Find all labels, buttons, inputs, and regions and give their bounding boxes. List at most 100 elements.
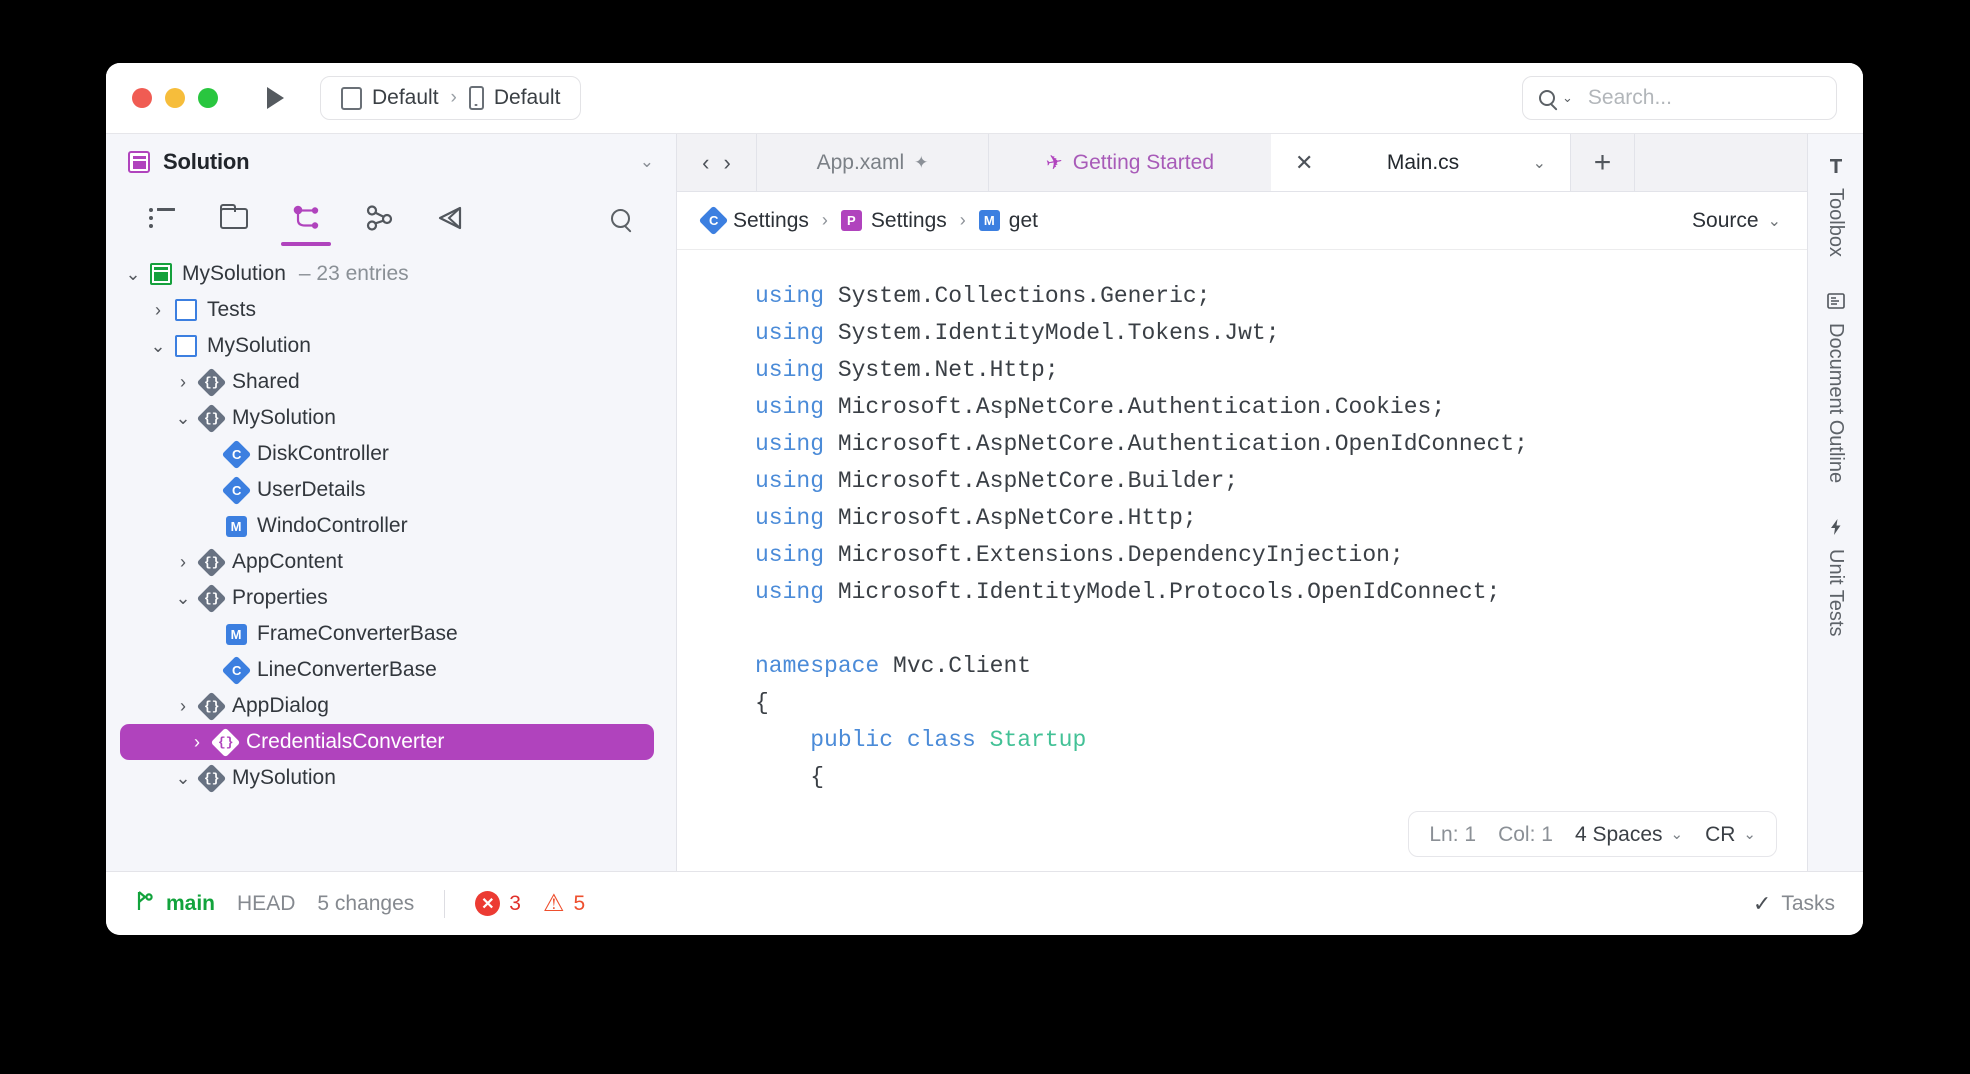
code-token: using	[755, 320, 838, 346]
source-view-selector[interactable]: Source ⌄	[1692, 209, 1781, 233]
rail-item-unit-tests[interactable]: Unit Tests	[1824, 517, 1847, 636]
tree-row[interactable]: ⌄ MySolution	[106, 328, 676, 364]
breadcrumb-item-0[interactable]: Settings	[733, 209, 809, 233]
code-token: Microsoft.AspNetCore.Authentication.Cook…	[837, 394, 1446, 420]
sidebar-collapse-chevron-down-icon[interactable]: ⌄	[640, 152, 654, 172]
tree-row[interactable]: M WindoController	[106, 508, 676, 544]
chevron-down-icon[interactable]: ⌄	[172, 588, 194, 609]
rail-item-document-outline[interactable]: Document Outline	[1824, 291, 1847, 483]
new-tab-button[interactable]: +	[1571, 134, 1635, 191]
code-line: using Microsoft.AspNetCore.Authenticatio…	[755, 389, 1807, 426]
search-scope-chevron-down-icon[interactable]: ⌄	[1562, 90, 1573, 106]
tree-row[interactable]: › Tests	[106, 292, 676, 328]
chevron-down-icon[interactable]: ⌄	[1671, 816, 1684, 853]
tab-app-xaml[interactable]: App.xaml ✦	[757, 134, 989, 191]
solution-tree[interactable]: ⌄ MySolution – 23 entries › Tests ⌄ MySolution…	[106, 246, 676, 871]
search-icon	[610, 208, 630, 228]
tree-row[interactable]: ⌄{} Properties	[106, 580, 676, 616]
chevron-down-icon[interactable]: ⌄	[1533, 153, 1546, 173]
search-placeholder: Search...	[1587, 86, 1672, 109]
tasks-indicator[interactable]: ✓ Tasks	[1753, 891, 1835, 917]
chevron-right-icon[interactable]: ›	[172, 696, 194, 717]
tab-main-cs[interactable]: ✕ Main.cs ⌄	[1271, 134, 1571, 191]
navigate-forward-icon[interactable]: ›	[724, 150, 731, 176]
sidebar-search-button[interactable]	[584, 194, 656, 242]
structure-view-button[interactable]	[270, 194, 342, 246]
folder-view-button[interactable]	[198, 194, 270, 242]
chevron-down-icon[interactable]: ⌄	[172, 408, 194, 429]
column-indicator[interactable]: Col: 1	[1498, 816, 1553, 853]
line-indicator[interactable]: Ln: 1	[1429, 816, 1476, 853]
status-divider	[444, 889, 446, 918]
editor-pane: ‹ › App.xaml ✦ ✈ Getting Started ✕ Main.…	[677, 134, 1807, 871]
tab-label: Getting Started	[1072, 150, 1214, 174]
run-button[interactable]	[260, 83, 290, 113]
tree-row[interactable]: ⌄{} MySolution	[106, 760, 676, 796]
minimize-window-button[interactable]	[165, 88, 185, 108]
tree-row[interactable]: C UserDetails	[106, 472, 676, 508]
hammer-icon	[1826, 156, 1846, 176]
tree-row[interactable]: ›{} AppContent	[106, 544, 676, 580]
code-line: using Microsoft.AspNetCore.Authenticatio…	[755, 426, 1807, 463]
pin-icon[interactable]: ✦	[914, 153, 928, 173]
sidebar-toolbar	[106, 190, 676, 246]
chevron-down-icon[interactable]: ⌄	[147, 336, 169, 357]
chevron-down-icon[interactable]: ⌄	[122, 264, 144, 285]
tree-row[interactable]: C LineConverterBase	[106, 652, 676, 688]
run-config-separator: ›	[450, 87, 457, 108]
code-line: using System.Net.Http;	[755, 352, 1807, 389]
global-search-field[interactable]: ⌄ Search...	[1522, 76, 1837, 120]
breadcrumb-item-2[interactable]: get	[1009, 209, 1038, 233]
tree-row[interactable]: ›{} AppDialog	[106, 688, 676, 724]
git-branch[interactable]: main	[134, 889, 215, 919]
right-rail: Toolbox Document Outline Unit Tests	[1807, 134, 1863, 871]
warning-count-badge[interactable]: ⚠ 5	[543, 891, 585, 916]
tree-row-label: Shared	[232, 370, 300, 393]
code-token: Microsoft.AspNetCore.Http;	[837, 505, 1197, 531]
run-configuration-selector[interactable]: Default › Default	[320, 76, 582, 120]
lightning-icon	[1826, 517, 1846, 537]
code-token: System.Net.Http;	[837, 357, 1059, 383]
list-view-button[interactable]	[126, 194, 198, 242]
close-window-button[interactable]	[132, 88, 152, 108]
app-window: Default › Default ⌄ Search... Solution ⌄	[106, 63, 1863, 935]
unity-view-button[interactable]	[414, 194, 486, 242]
tree-row[interactable]: ›{} Shared	[106, 364, 676, 400]
git-changes[interactable]: 5 changes	[317, 892, 414, 916]
namespace-icon: {}	[194, 547, 228, 577]
tree-row[interactable]: M FrameConverterBase	[106, 616, 676, 652]
editor-tabbar: ‹ › App.xaml ✦ ✈ Getting Started ✕ Main.…	[677, 134, 1807, 192]
chevron-right-icon[interactable]: ›	[172, 372, 194, 393]
code-editor[interactable]: using System.Collections.Generic; using S…	[677, 250, 1807, 871]
navigate-back-icon[interactable]: ‹	[702, 150, 709, 176]
connected-services-icon	[366, 205, 393, 231]
error-count-badge[interactable]: ✕ 3	[475, 891, 521, 916]
tree-row[interactable]: ⌄{} MySolution	[106, 400, 676, 436]
tree-row[interactable]: ⌄ MySolution – 23 entries	[106, 256, 676, 292]
line-ending-setting[interactable]: CR	[1705, 816, 1735, 853]
window-controls	[132, 88, 218, 108]
chevron-right-icon[interactable]: ›	[186, 732, 208, 753]
chevron-down-icon[interactable]: ⌄	[172, 768, 194, 789]
maximize-window-button[interactable]	[198, 88, 218, 108]
chevron-right-icon[interactable]: ›	[147, 300, 169, 321]
chevron-right-icon[interactable]: ›	[172, 552, 194, 573]
check-icon: ✓	[1752, 890, 1772, 916]
tree-row[interactable]: C DiskController	[106, 436, 676, 472]
connected-services-button[interactable]	[342, 194, 414, 242]
method-icon: M	[219, 515, 253, 537]
tab-getting-started[interactable]: ✈ Getting Started	[989, 134, 1271, 191]
indent-setting[interactable]: 4 Spaces	[1575, 816, 1663, 853]
close-icon[interactable]: ✕	[1295, 150, 1313, 176]
tree-row[interactable]: ›{} CredentialsConverter	[120, 724, 654, 760]
project-icon	[169, 335, 203, 357]
tree-row-label: MySolution	[207, 334, 311, 357]
chevron-down-icon: ⌄	[1767, 212, 1781, 230]
code-token: System.Collections.Generic;	[837, 283, 1211, 309]
rail-item-toolbox[interactable]: Toolbox	[1824, 156, 1847, 257]
breadcrumb-item-1[interactable]: Settings	[871, 209, 947, 233]
code-token: Microsoft.AspNetCore.Builder;	[837, 468, 1239, 494]
tree-row-label: LineConverterBase	[257, 658, 437, 681]
chevron-down-icon[interactable]: ⌄	[1743, 816, 1756, 853]
